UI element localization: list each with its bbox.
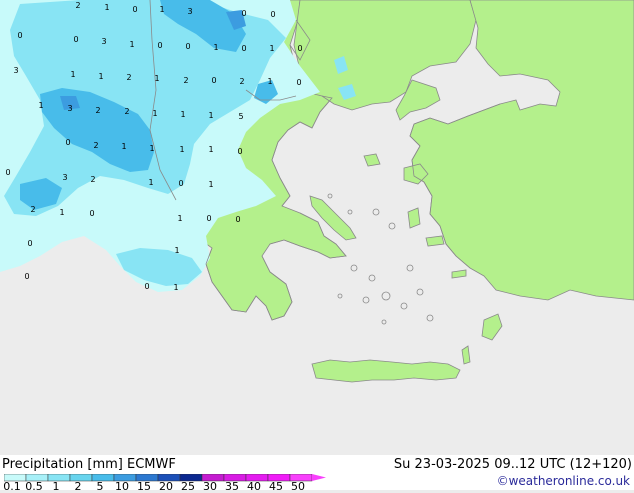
rain-value-40: 1 <box>208 145 213 154</box>
rain-value-47: 1 <box>208 180 213 189</box>
rain-value-43: 3 <box>62 173 67 182</box>
color-scale-tick: 15 <box>137 480 151 493</box>
rain-value-7: 0 <box>17 31 22 40</box>
color-scale-tick: 2 <box>74 480 82 493</box>
rain-value-37: 1 <box>121 142 126 151</box>
rain-value-25: 1 <box>267 77 272 86</box>
rain-value-16: 0 <box>297 44 302 53</box>
rain-value-50: 0 <box>89 209 94 218</box>
land-crete <box>311 359 461 383</box>
rain-value-8: 0 <box>73 35 78 44</box>
rain-value-34: 5 <box>238 112 243 121</box>
color-scale-tick: 40 <box>247 480 261 493</box>
rain-value-31: 1 <box>152 109 157 118</box>
rain-value-45: 1 <box>148 178 153 187</box>
rain-value-10: 1 <box>129 40 134 49</box>
color-scale-tick: 35 <box>225 480 239 493</box>
rain-value-18: 1 <box>70 70 75 79</box>
rain-value-44: 2 <box>90 175 95 184</box>
color-scale-tick: 20 <box>159 480 173 493</box>
rain-value-17: 3 <box>13 66 18 75</box>
rain-value-27: 1 <box>38 101 43 110</box>
rain-value-54: 0 <box>27 239 32 248</box>
rain-value-29: 2 <box>95 106 100 115</box>
rain-value-56: 0 <box>24 272 29 281</box>
rain-value-20: 2 <box>126 73 131 82</box>
rain-value-41: 0 <box>237 147 242 156</box>
rain-value-12: 0 <box>185 42 190 51</box>
color-scale-tick: 1 <box>52 480 60 493</box>
rain-value-11: 0 <box>157 41 162 50</box>
rain-value-26: 0 <box>296 78 301 87</box>
rain-value-55: 1 <box>174 246 179 255</box>
rain-value-2: 0 <box>132 5 137 14</box>
footer-legend: Precipitation [mm] ECMWF Su 23-03-2025 0… <box>0 455 634 493</box>
rain-value-9: 3 <box>101 37 106 46</box>
rain-value-4: 3 <box>187 7 192 16</box>
rain-value-39: 1 <box>179 145 184 154</box>
rain-value-30: 2 <box>124 107 129 116</box>
rain-value-19: 1 <box>98 72 103 81</box>
source-credit[interactable]: ©weatheronline.co.uk <box>497 474 630 488</box>
color-scale-tick: 5 <box>96 480 104 493</box>
rain-value-24: 2 <box>239 77 244 86</box>
rain-value-22: 2 <box>183 76 188 85</box>
rain-value-28: 3 <box>67 104 72 113</box>
rain-value-53: 0 <box>235 215 240 224</box>
color-scale-tick: 30 <box>203 480 217 493</box>
rain-value-38: 1 <box>149 144 154 153</box>
rain-value-1: 1 <box>104 3 109 12</box>
rain-value-13: 1 <box>213 43 218 52</box>
land-chios <box>407 207 421 229</box>
rain-value-15: 1 <box>269 44 274 53</box>
rain-value-35: 0 <box>65 138 70 147</box>
rain-value-51: 1 <box>177 214 182 223</box>
color-scale-tick: 50 <box>291 480 305 493</box>
rain-value-58: 1 <box>173 283 178 292</box>
rain-value-14: 0 <box>241 44 246 53</box>
precipitation-map: 2 1 0 1 3 0 0 0 0 3 1 0 0 1 0 1 0 3 1 1 2 1 2 0 2 1 0 1 3 2 2 1 1 1 5 0 2 1 1 1… <box>0 0 634 455</box>
rain-value-33: 1 <box>208 111 213 120</box>
land-samos <box>425 235 445 247</box>
color-scale-tick: 45 <box>269 480 283 493</box>
rain-value-5: 0 <box>241 9 246 18</box>
valid-datetime: Su 23-03-2025 09..12 UTC (12+120) <box>393 457 632 472</box>
rain-value-0: 2 <box>75 1 80 10</box>
rain-value-48: 2 <box>30 205 35 214</box>
color-scale-tick: 0.1 <box>3 480 21 493</box>
rain-value-32: 1 <box>180 110 185 119</box>
rain-value-3: 1 <box>159 5 164 14</box>
rain-value-6: 0 <box>270 10 275 19</box>
rain-value-42: 0 <box>5 168 10 177</box>
color-scale-tick: 0.5 <box>25 480 43 493</box>
map-canvas: 2 1 0 1 3 0 0 0 0 3 1 0 0 1 0 1 0 3 1 1 2 1 2 0 2 1 0 1 3 2 2 1 1 1 5 0 2 1 1 1… <box>0 0 634 455</box>
color-scale-tick: 25 <box>181 480 195 493</box>
rain-value-36: 2 <box>93 141 98 150</box>
map-title: Precipitation [mm] ECMWF <box>2 457 176 472</box>
rain-value-52: 0 <box>206 214 211 223</box>
rain-value-49: 1 <box>59 208 64 217</box>
rain-value-46: 0 <box>178 179 183 188</box>
rain-value-57: 0 <box>144 282 149 291</box>
color-scale-arrow <box>312 474 326 481</box>
rain-value-21: 1 <box>154 74 159 83</box>
rain-value-23: 0 <box>211 76 216 85</box>
color-scale-tick: 10 <box>115 480 129 493</box>
